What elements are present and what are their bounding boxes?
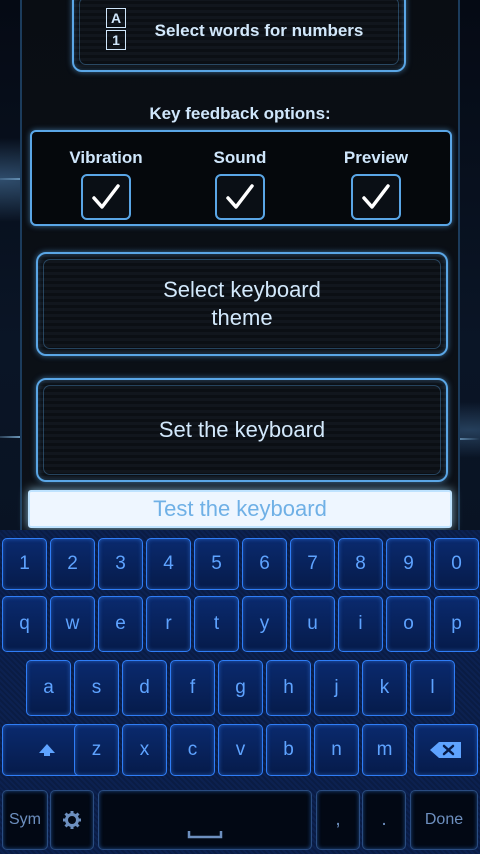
key-8[interactable]: 8 (338, 538, 383, 590)
key-l[interactable]: l (410, 660, 455, 716)
key-r[interactable]: r (146, 596, 191, 652)
key-1[interactable]: 1 (2, 538, 47, 590)
comma-key[interactable]: , (316, 790, 360, 850)
sym-key[interactable]: Sym (2, 790, 48, 850)
preview-checkbox[interactable] (351, 174, 401, 220)
preview-option[interactable]: Preview (316, 148, 436, 220)
key-e[interactable]: e (98, 596, 143, 652)
key-k[interactable]: k (362, 660, 407, 716)
a1-icon: A 1 (106, 8, 126, 50)
gear-icon (63, 811, 81, 829)
done-key[interactable]: Done (410, 790, 478, 850)
backspace-icon (430, 742, 461, 758)
set-keyboard-button[interactable]: Set the keyboard (36, 378, 448, 482)
shift-icon (39, 744, 55, 756)
select-words-label: Select words for numbers (154, 21, 364, 40)
test-keyboard-input[interactable]: Test the keyboard (28, 490, 452, 528)
vibration-checkbox[interactable] (81, 174, 131, 220)
key-6[interactable]: 6 (242, 538, 287, 590)
settings-key[interactable] (50, 790, 94, 850)
key-a[interactable]: a (26, 660, 71, 716)
sound-option[interactable]: Sound (180, 148, 300, 220)
vibration-option[interactable]: Vibration (46, 148, 166, 220)
key-p[interactable]: p (434, 596, 479, 652)
key-7[interactable]: 7 (290, 538, 335, 590)
select-words-for-numbers-button[interactable]: A 1 Select words for numbers (72, 0, 406, 72)
theme-button-line1: Select keyboard (163, 277, 321, 302)
select-keyboard-theme-button[interactable]: Select keyboard theme (36, 252, 448, 356)
vibration-label: Vibration (69, 148, 143, 167)
key-q[interactable]: q (2, 596, 47, 652)
key-9[interactable]: 9 (386, 538, 431, 590)
key-z[interactable]: z (74, 724, 119, 776)
key-c[interactable]: c (170, 724, 215, 776)
key-3[interactable]: 3 (98, 538, 143, 590)
checkmark-icon (226, 184, 254, 209)
period-key[interactable]: . (362, 790, 406, 850)
checkmark-icon (92, 184, 120, 209)
key-s[interactable]: s (74, 660, 119, 716)
key-y[interactable]: y (242, 596, 287, 652)
key-m[interactable]: m (362, 724, 407, 776)
key-n[interactable]: n (314, 724, 359, 776)
checkmark-icon (362, 184, 390, 209)
key-4[interactable]: 4 (146, 538, 191, 590)
key-h[interactable]: h (266, 660, 311, 716)
keyboard: 1234567890 qwertyuiop asdfghjkl zxcvbnm … (0, 530, 480, 854)
space-icon (187, 831, 223, 839)
sound-checkbox[interactable] (215, 174, 265, 220)
a1-icon-top: A (106, 8, 126, 28)
key-x[interactable]: x (122, 724, 167, 776)
preview-label: Preview (343, 148, 409, 167)
key-0[interactable]: 0 (434, 538, 479, 590)
key-f[interactable]: f (170, 660, 215, 716)
key-feedback-title: Key feedback options: (149, 104, 331, 123)
key-d[interactable]: d (122, 660, 167, 716)
a1-icon-bottom: 1 (106, 30, 126, 50)
set-keyboard-label: Set the keyboard (158, 417, 326, 442)
key-g[interactable]: g (218, 660, 263, 716)
key-j[interactable]: j (314, 660, 359, 716)
key-2[interactable]: 2 (50, 538, 95, 590)
key-o[interactable]: o (386, 596, 431, 652)
sound-label: Sound (213, 148, 267, 167)
space-key[interactable] (98, 790, 312, 850)
key-t[interactable]: t (194, 596, 239, 652)
delete-key[interactable] (414, 724, 478, 776)
key-5[interactable]: 5 (194, 538, 239, 590)
key-i[interactable]: i (338, 596, 383, 652)
key-feedback-panel: Vibration Sound Preview (30, 130, 452, 226)
key-v[interactable]: v (218, 724, 263, 776)
theme-button-line2: theme (211, 305, 273, 330)
key-u[interactable]: u (290, 596, 335, 652)
key-b[interactable]: b (266, 724, 311, 776)
key-w[interactable]: w (50, 596, 95, 652)
